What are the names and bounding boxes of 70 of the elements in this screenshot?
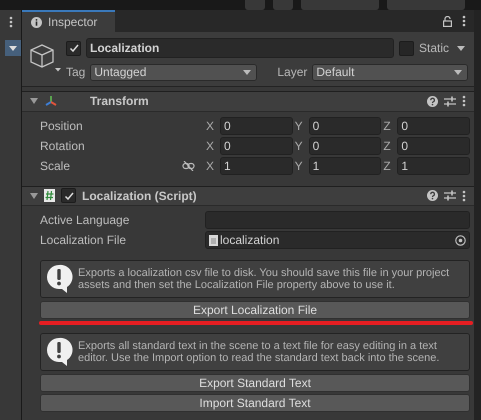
axis-label: Y xyxy=(294,158,304,172)
number-field[interactable]: 0 xyxy=(397,116,470,134)
property-label: Active Language xyxy=(40,213,130,227)
checkbox[interactable] xyxy=(66,40,81,56)
tag-label: Tag xyxy=(66,65,86,79)
help-icon[interactable] xyxy=(427,96,438,107)
static-label: Static xyxy=(418,41,449,55)
number-field[interactable]: 1 xyxy=(308,156,382,174)
number-field[interactable]: 0 xyxy=(308,116,382,134)
component-title: Localization (Script) xyxy=(82,188,197,203)
number-field[interactable]: 0 xyxy=(220,136,293,154)
axis-icon xyxy=(44,95,58,108)
fold-arrow-icon[interactable] xyxy=(30,98,38,104)
caret-icon[interactable] xyxy=(457,46,465,50)
caret-icon xyxy=(243,70,252,74)
action-button[interactable]: Export Localization File xyxy=(40,301,470,319)
layer-label: Layer xyxy=(277,65,308,79)
component-header[interactable]: Transform xyxy=(22,91,474,112)
component-title: Transform xyxy=(90,94,149,108)
name-field[interactable]: Localization xyxy=(86,38,394,58)
more-icon[interactable] xyxy=(8,16,12,28)
checkbox[interactable] xyxy=(398,40,414,56)
axis-label: X xyxy=(206,138,216,152)
help-text: Exports a localization csv file to disk. You should save this file in your project assets and then set the Localization File property above to use it. xyxy=(78,267,450,291)
checkbox[interactable] xyxy=(61,188,76,204)
object-field[interactable]: localization xyxy=(205,231,470,249)
more-icon[interactable] xyxy=(462,95,466,108)
script-icon xyxy=(44,189,55,202)
axis-label: Z xyxy=(383,118,392,132)
warning-icon xyxy=(46,264,73,294)
sliders-icon[interactable] xyxy=(444,96,456,107)
more-icon[interactable] xyxy=(462,190,466,202)
sliders-icon[interactable] xyxy=(444,190,456,202)
caret-icon xyxy=(454,70,462,74)
target-icon[interactable] xyxy=(455,234,466,246)
number-field[interactable]: 0 xyxy=(308,136,382,154)
action-button[interactable]: Export Standard Text xyxy=(40,374,470,392)
cube-icon[interactable] xyxy=(28,42,62,74)
layer-dropdown[interactable]: Default xyxy=(312,64,468,80)
axis-label: Y xyxy=(294,118,304,132)
inspector-tab[interactable]: Inspector xyxy=(22,10,115,32)
number-field[interactable]: 1 xyxy=(220,156,293,174)
tag-dropdown[interactable]: Untagged xyxy=(90,64,258,80)
property-label: Rotation xyxy=(40,138,86,152)
fold-arrow-icon[interactable] xyxy=(30,192,38,199)
lock-icon[interactable] xyxy=(443,16,452,26)
help-text: Exports all standard text in the scene to a text file for easy editing in a text editor. Use the Import option to read the standard text back into the scene. xyxy=(78,340,440,364)
number-field[interactable]: 1 xyxy=(397,156,470,174)
number-field[interactable]: 0 xyxy=(397,136,470,154)
property-label: Localization File xyxy=(40,233,128,247)
property-label: Scale xyxy=(40,158,72,172)
dropdown-button[interactable] xyxy=(4,40,20,56)
action-button[interactable]: Import Standard Text xyxy=(40,394,470,412)
axis-label: Z xyxy=(383,138,392,152)
warning-icon xyxy=(46,337,73,367)
checkmark-icon xyxy=(68,42,80,54)
axis-label: X xyxy=(206,118,216,132)
checkmark-icon xyxy=(62,190,74,202)
axis-label: Y xyxy=(294,138,304,152)
property-label: Position xyxy=(40,118,84,132)
component-header[interactable]: Localization (Script) xyxy=(22,186,474,206)
axis-label: Z xyxy=(383,158,392,172)
unlinked-icon[interactable] xyxy=(182,160,195,170)
help-icon[interactable] xyxy=(427,190,438,202)
caret-icon xyxy=(8,46,16,50)
axis-label: X xyxy=(206,158,216,172)
more-icon[interactable] xyxy=(462,15,466,27)
info-icon xyxy=(31,16,42,28)
number-field[interactable]: 0 xyxy=(220,116,293,134)
file-icon xyxy=(209,234,218,246)
